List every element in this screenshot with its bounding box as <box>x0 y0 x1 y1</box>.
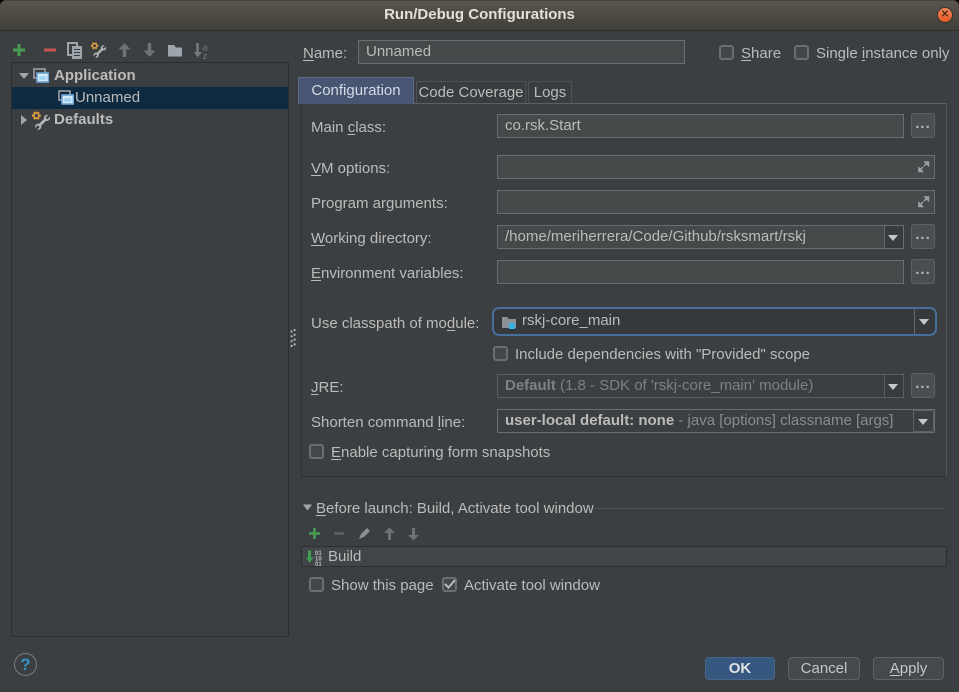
svg-text:01: 01 <box>315 562 322 566</box>
svg-text:z: z <box>203 51 208 60</box>
